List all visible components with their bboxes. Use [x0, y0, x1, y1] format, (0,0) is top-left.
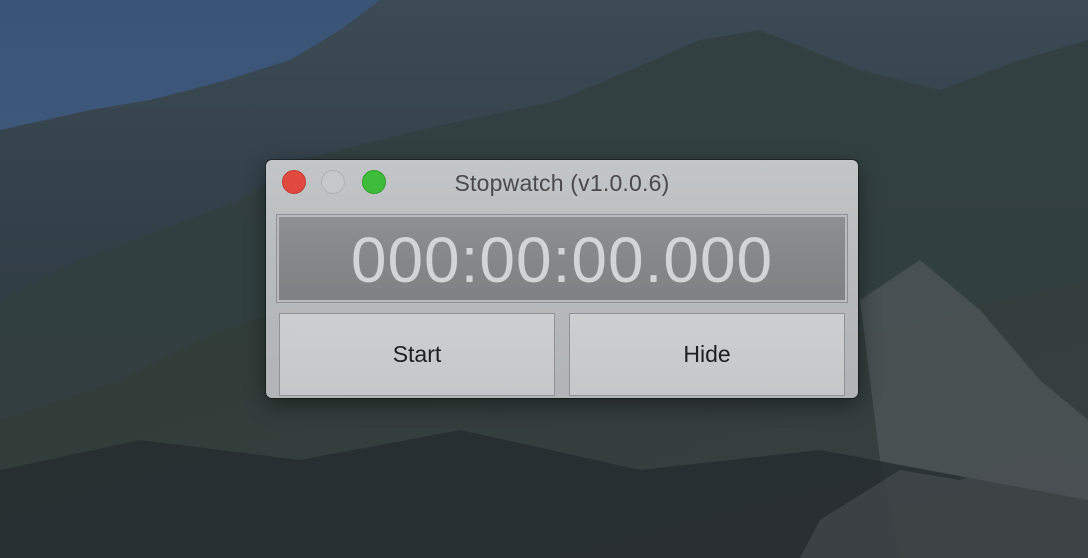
hide-button[interactable]: Hide	[569, 313, 845, 396]
start-button[interactable]: Start	[279, 313, 555, 396]
hide-button-label: Hide	[683, 341, 731, 367]
time-display-text: 000:00:00.000	[350, 223, 774, 296]
window-title: Stopwatch (v1.0.0.6)	[454, 170, 670, 196]
titlebar[interactable]: Stopwatch (v1.0.0.6)	[266, 160, 858, 204]
time-display: 000:00:00.000	[276, 214, 848, 303]
start-button-label: Start	[392, 341, 442, 367]
stopwatch-window: Stopwatch (v1.0.0.6) 000:00:00.000 Start…	[266, 160, 858, 398]
